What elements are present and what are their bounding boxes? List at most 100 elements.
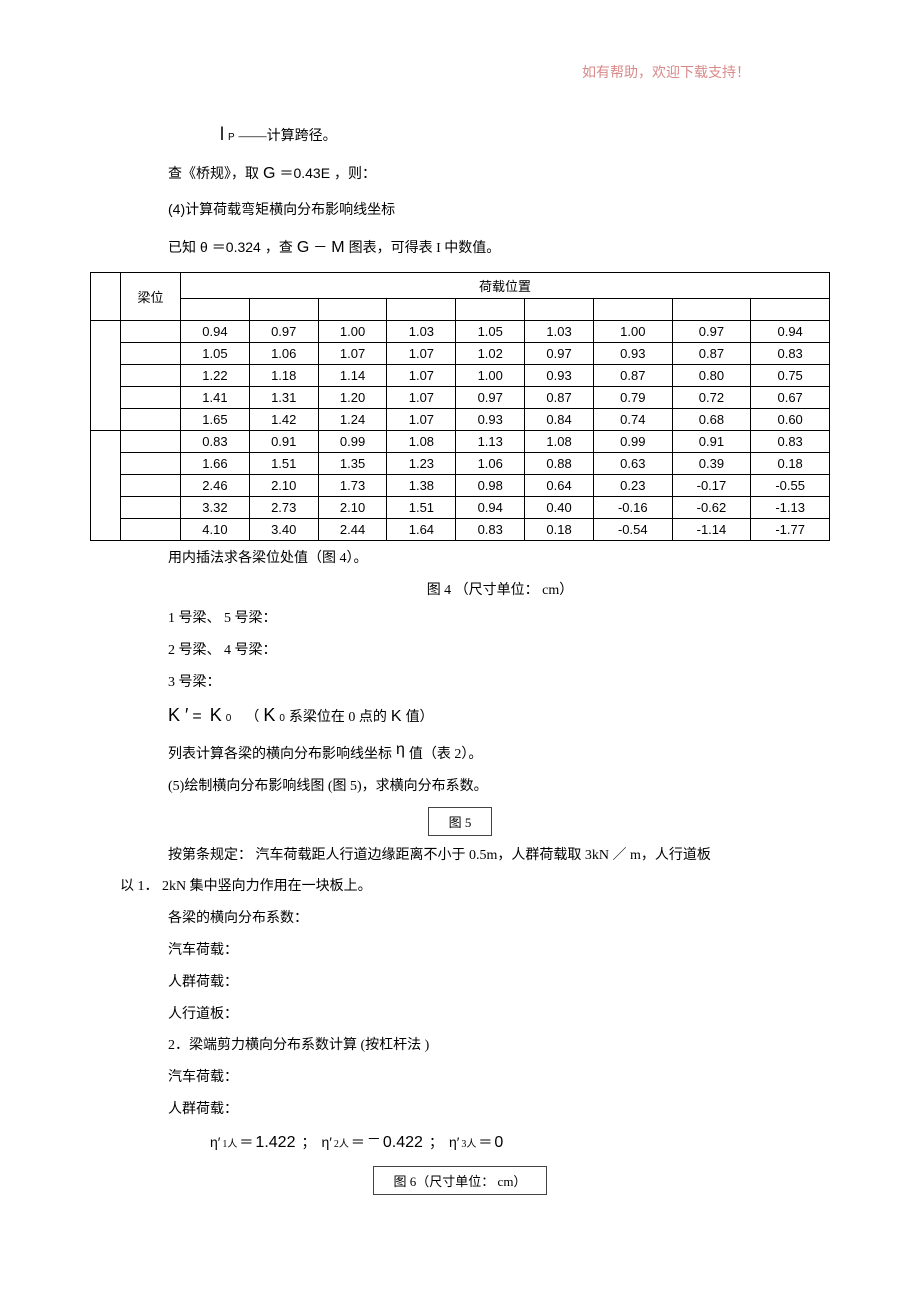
k-prime: K ′ xyxy=(168,705,188,726)
cell: 1.66 xyxy=(181,453,250,475)
cell: 1.06 xyxy=(249,343,318,365)
interp-text: 用内插法求各梁位处值（图 4）。 xyxy=(120,547,800,571)
table-header-row: 梁位 荷载位置 xyxy=(91,273,830,299)
fig5-caption: 图 5 xyxy=(428,807,493,836)
cell: 1.08 xyxy=(525,431,594,453)
row-label xyxy=(121,387,181,409)
list-calc-text2: 值（表 2）。 xyxy=(409,743,483,767)
eta-symbol: η xyxy=(396,736,405,763)
sub-h xyxy=(593,299,672,321)
cell: 0.91 xyxy=(672,431,751,453)
header-note: 如有帮助，欢迎下载支持！ xyxy=(582,62,750,82)
cell: -1.14 xyxy=(672,519,751,541)
theta-symbol: θ xyxy=(200,236,208,258)
row-label xyxy=(121,431,181,453)
cell: 1.51 xyxy=(387,497,456,519)
clause: 按第条规定： 汽车荷载距人行道边缘距离不小于 0.5m，人群荷载取 3kN ／ … xyxy=(120,844,800,868)
page-body: l P ——计算跨径。 查《桥规》，取 G ＝0.43E ，则： (4)计算荷载… xyxy=(0,0,920,1195)
sub-h xyxy=(525,299,594,321)
fig6-caption: 图 6（尺寸单位： cm） xyxy=(373,1166,548,1195)
cell: 2.10 xyxy=(318,497,387,519)
k0-desc2: 值） xyxy=(406,706,434,726)
cell: 1.22 xyxy=(181,365,250,387)
sub-h xyxy=(456,299,525,321)
auto-load: 汽车荷载： xyxy=(120,939,800,963)
cell: 0.83 xyxy=(181,431,250,453)
cell: 0.83 xyxy=(751,431,830,453)
lp-definition: l P ——计算跨径。 xyxy=(120,120,800,149)
coeff-list: 各梁的横向分布系数： xyxy=(120,907,800,931)
fig4-caption: 图 4 （尺寸单位： cm） xyxy=(120,579,800,599)
cell: 0.83 xyxy=(751,343,830,365)
beam3: 3 号梁： xyxy=(120,671,800,695)
cell: 0.94 xyxy=(456,497,525,519)
row-label xyxy=(121,475,181,497)
beam15: 1 号梁、 5 号梁： xyxy=(120,607,800,631)
table-row: 1.651.421.241.070.930.840.740.680.60 xyxy=(91,409,830,431)
cell: -0.16 xyxy=(593,497,672,519)
cell: 0.68 xyxy=(672,409,751,431)
cell: 0.99 xyxy=(318,431,387,453)
chart-text: 图表，可得表 I 中数值。 xyxy=(349,238,501,260)
cell: 1.38 xyxy=(387,475,456,497)
eq1: ＝ xyxy=(239,1132,253,1152)
k0-2-sub: 0 xyxy=(279,713,285,724)
row-label xyxy=(121,409,181,431)
group-label xyxy=(91,431,121,541)
sub-h xyxy=(249,299,318,321)
eq: = xyxy=(192,708,201,726)
auto-load2: 汽车荷载： xyxy=(120,1066,800,1090)
cell: 0.84 xyxy=(525,409,594,431)
crowd-load: 人群荷载： xyxy=(120,971,800,995)
theta-val: ＝0.324 xyxy=(212,236,261,258)
cell: 1.13 xyxy=(456,431,525,453)
eq-g: ＝0.43E xyxy=(279,162,330,184)
cell: 0.97 xyxy=(456,387,525,409)
eq2: ＝ xyxy=(351,1132,365,1152)
cell: 1.31 xyxy=(249,387,318,409)
symbol-l-sub: P xyxy=(228,130,235,146)
row-label xyxy=(121,497,181,519)
table-row: 0.830.910.991.081.131.080.990.910.83 xyxy=(91,431,830,453)
cell: 0.75 xyxy=(751,365,830,387)
m: M xyxy=(331,235,344,261)
cell: 0.18 xyxy=(751,453,830,475)
row-label xyxy=(121,321,181,343)
shear: 2．梁端剪力横向分布系数计算 (按杠杆法 ) xyxy=(120,1034,800,1058)
cell: 2.46 xyxy=(181,475,250,497)
then: ，则： xyxy=(334,164,376,186)
text: 查《桥规》，取 xyxy=(168,164,259,186)
sub-h xyxy=(181,299,250,321)
k0: K xyxy=(210,705,222,726)
cell: -0.17 xyxy=(672,475,751,497)
cell: 0.39 xyxy=(672,453,751,475)
table-row: 1.051.061.071.071.020.970.930.870.83 xyxy=(91,343,830,365)
cell: 1.00 xyxy=(593,321,672,343)
cell: 0.91 xyxy=(249,431,318,453)
dash: － xyxy=(313,238,327,260)
cell: 0.83 xyxy=(456,519,525,541)
eta-p2: η′ xyxy=(321,1134,331,1150)
cell: 1.73 xyxy=(318,475,387,497)
cell: -0.62 xyxy=(672,497,751,519)
cell: 1.06 xyxy=(456,453,525,475)
cell: 1.18 xyxy=(249,365,318,387)
cell: 0.72 xyxy=(672,387,751,409)
neg: － xyxy=(367,1129,381,1149)
table-row: 0.94 0.97 1.00 1.03 1.05 1.03 1.00 0.97 … xyxy=(91,321,830,343)
sub2: 2人 xyxy=(334,1135,349,1150)
cell: 1.07 xyxy=(387,409,456,431)
cell: -1.13 xyxy=(751,497,830,519)
val2: 0.422 xyxy=(383,1134,423,1152)
cell: 1.14 xyxy=(318,365,387,387)
k0-2: K xyxy=(263,705,275,726)
cell: 1.03 xyxy=(525,321,594,343)
cell: 0.87 xyxy=(525,387,594,409)
g2: G xyxy=(297,235,309,261)
cell: 1.07 xyxy=(318,343,387,365)
cell: -0.54 xyxy=(593,519,672,541)
semi2: ； xyxy=(429,1132,443,1152)
cell: 0.60 xyxy=(751,409,830,431)
cell: 0.23 xyxy=(593,475,672,497)
cell: 0.93 xyxy=(593,343,672,365)
